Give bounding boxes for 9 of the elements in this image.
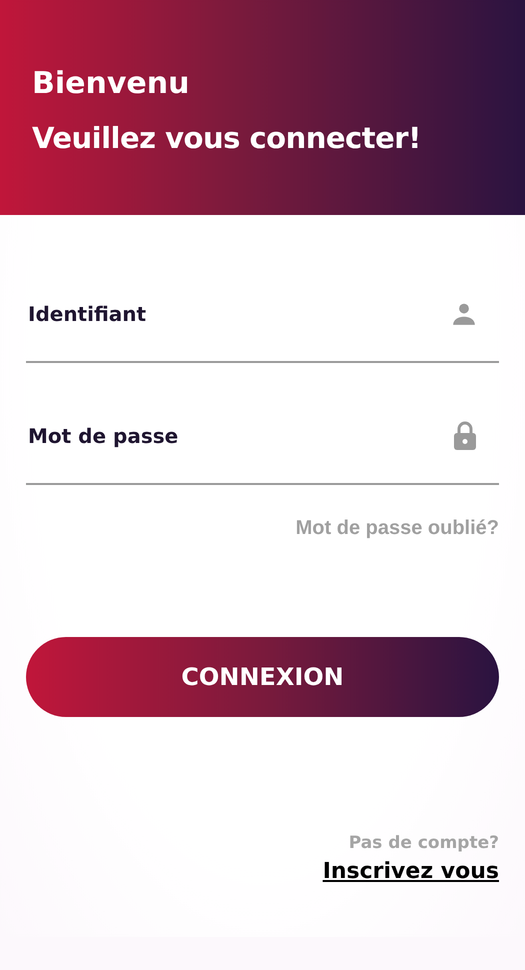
person-icon xyxy=(451,301,477,327)
login-button[interactable]: CONNEXION xyxy=(26,637,499,717)
lock-icon xyxy=(453,421,477,451)
signup-link[interactable]: Inscrivez vous xyxy=(322,859,499,884)
password-field[interactable]: Mot de passe xyxy=(26,423,453,449)
no-account-text: Pas de compte? xyxy=(348,833,499,853)
username-field[interactable]: Identifiant xyxy=(26,301,451,327)
login-subtitle: Veuillez vous connecter! xyxy=(32,120,422,157)
greeting-title: Bienvenu xyxy=(32,65,190,103)
